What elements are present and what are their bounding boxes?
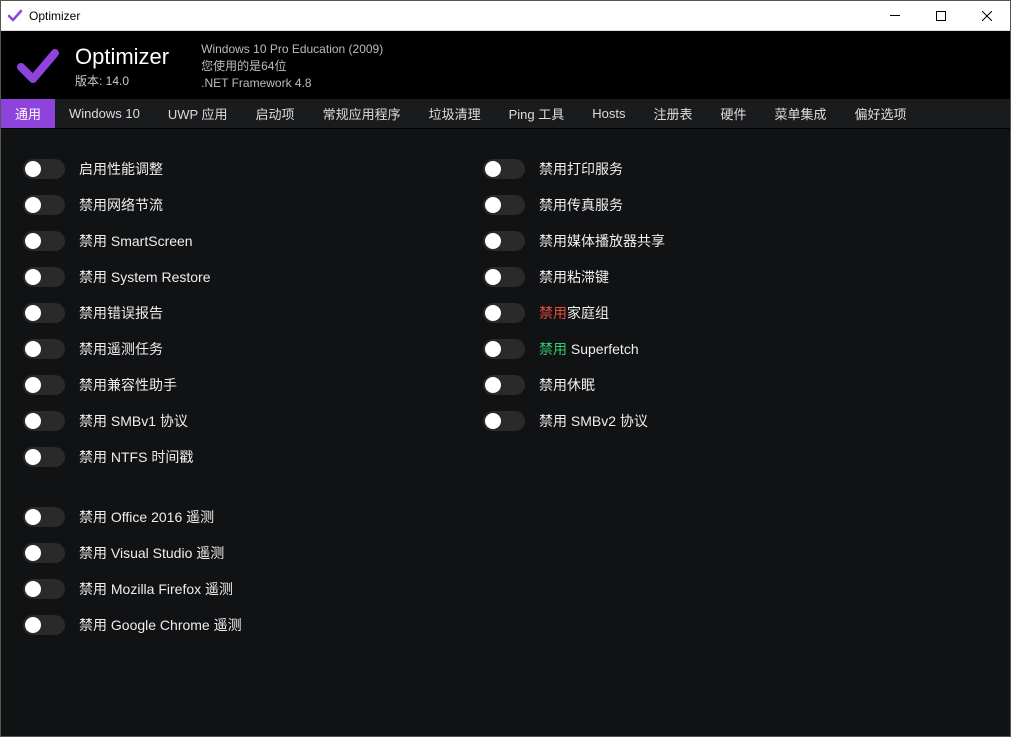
toggle-hibernation[interactable] — [483, 375, 525, 395]
maximize-button[interactable] — [918, 1, 964, 30]
toggle-chrome-telemetry[interactable] — [23, 615, 65, 635]
label-media-sharing: 禁用媒体播放器共享 — [539, 231, 665, 251]
label-homegroup: 禁用家庭组 — [539, 303, 609, 323]
toggle-row-vs-telemetry: 禁用 Visual Studio 遥测 — [23, 535, 443, 571]
toggle-row-smbv1: 禁用 SMBv1 协议 — [23, 403, 443, 439]
label-smbv1: 禁用 SMBv1 协议 — [79, 411, 188, 431]
tab-apps[interactable]: 常规应用程序 — [309, 99, 415, 128]
tab-general[interactable]: 通用 — [1, 99, 55, 128]
info-os: Windows 10 Pro Education (2009) — [201, 41, 383, 58]
toggle-smbv2[interactable] — [483, 411, 525, 431]
system-info: Windows 10 Pro Education (2009) 您使用的是64位… — [201, 41, 383, 91]
toggle-row-perf-tweaks: 启用性能调整 — [23, 151, 443, 187]
toggle-row-office-telemetry: 禁用 Office 2016 遥测 — [23, 499, 443, 535]
app-logo-icon — [15, 43, 61, 89]
label-compat-assistant: 禁用兼容性助手 — [79, 375, 177, 395]
toggle-perf-tweaks[interactable] — [23, 159, 65, 179]
tab-hardware[interactable]: 硬件 — [706, 99, 760, 128]
toggle-row-chrome-telemetry: 禁用 Google Chrome 遥测 — [23, 607, 443, 643]
tab-uwp[interactable]: UWP 应用 — [154, 99, 242, 128]
toggle-row-ntfs-timestamp: 禁用 NTFS 时间戳 — [23, 439, 443, 475]
info-dotnet: .NET Framework 4.8 — [201, 75, 383, 92]
title-block: Optimizer 版本: 14.0 — [75, 44, 169, 89]
toggle-system-restore[interactable] — [23, 267, 65, 287]
toggle-firefox-telemetry[interactable] — [23, 579, 65, 599]
toggle-row-telemetry-tasks: 禁用遥测任务 — [23, 331, 443, 367]
toggle-compat-assistant[interactable] — [23, 375, 65, 395]
toggle-row-compat-assistant: 禁用兼容性助手 — [23, 367, 443, 403]
label-smartscreen: 禁用 SmartScreen — [79, 231, 193, 251]
label-print-service: 禁用打印服务 — [539, 159, 623, 179]
tab-pinger[interactable]: Ping 工具 — [495, 99, 579, 128]
toggle-fax-service[interactable] — [483, 195, 525, 215]
toggle-row-smartscreen: 禁用 SmartScreen — [23, 223, 443, 259]
toggle-network-throttling[interactable] — [23, 195, 65, 215]
app-window: Optimizer Optimizer 版本: 14.0 Windows 10 … — [0, 0, 1011, 737]
toggle-row-sticky-keys: 禁用粘滞键 — [483, 259, 903, 295]
toggle-row-homegroup: 禁用家庭组 — [483, 295, 903, 331]
toggle-row-media-sharing: 禁用媒体播放器共享 — [483, 223, 903, 259]
tab-windows10[interactable]: Windows 10 — [55, 99, 154, 128]
toggle-column-left: 启用性能调整 禁用网络节流 禁用 SmartScreen 禁用 System R… — [23, 151, 443, 726]
tab-integrator[interactable]: 菜单集成 — [761, 99, 841, 128]
label-hibernation: 禁用休眠 — [539, 375, 595, 395]
tab-cleanup[interactable]: 垃圾清理 — [415, 99, 495, 128]
label-telemetry-tasks: 禁用遥测任务 — [79, 339, 163, 359]
toggle-vs-telemetry[interactable] — [23, 543, 65, 563]
label-error-reporting: 禁用错误报告 — [79, 303, 163, 323]
toggle-telemetry-tasks[interactable] — [23, 339, 65, 359]
label-smbv2: 禁用 SMBv2 协议 — [539, 411, 648, 431]
section-spacer — [23, 475, 443, 499]
toggle-ntfs-timestamp[interactable] — [23, 447, 65, 467]
toggle-print-service[interactable] — [483, 159, 525, 179]
toggle-row-network-throttling: 禁用网络节流 — [23, 187, 443, 223]
toggle-error-reporting[interactable] — [23, 303, 65, 323]
toggle-row-superfetch: 禁用 Superfetch — [483, 331, 903, 367]
minimize-button[interactable] — [872, 1, 918, 30]
label-fax-service: 禁用传真服务 — [539, 195, 623, 215]
toggle-column-right: 禁用打印服务 禁用传真服务 禁用媒体播放器共享 禁用粘滞键 禁用家庭组 禁用 S… — [483, 151, 903, 726]
toggle-office-telemetry[interactable] — [23, 507, 65, 527]
toggle-smartscreen[interactable] — [23, 231, 65, 251]
label-chrome-telemetry: 禁用 Google Chrome 遥测 — [79, 615, 242, 635]
toggle-row-firefox-telemetry: 禁用 Mozilla Firefox 遥测 — [23, 571, 443, 607]
window-controls — [872, 1, 1010, 30]
toggle-sticky-keys[interactable] — [483, 267, 525, 287]
window-title: Optimizer — [29, 9, 80, 23]
label-system-restore: 禁用 System Restore — [79, 267, 210, 287]
toggle-homegroup[interactable] — [483, 303, 525, 323]
label-office-telemetry: 禁用 Office 2016 遥测 — [79, 507, 214, 527]
toggle-row-error-reporting: 禁用错误报告 — [23, 295, 443, 331]
close-button[interactable] — [964, 1, 1010, 30]
label-firefox-telemetry: 禁用 Mozilla Firefox 遥测 — [79, 579, 233, 599]
app-title: Optimizer — [75, 44, 169, 70]
label-network-throttling: 禁用网络节流 — [79, 195, 163, 215]
label-vs-telemetry: 禁用 Visual Studio 遥测 — [79, 543, 224, 563]
toggle-row-smbv2: 禁用 SMBv2 协议 — [483, 403, 903, 439]
tabbar: 通用 Windows 10 UWP 应用 启动项 常规应用程序 垃圾清理 Pin… — [1, 99, 1010, 129]
label-ntfs-timestamp: 禁用 NTFS 时间戳 — [79, 447, 193, 467]
tab-registry[interactable]: 注册表 — [639, 99, 706, 128]
tab-hosts[interactable]: Hosts — [578, 99, 639, 128]
content-area: 启用性能调整 禁用网络节流 禁用 SmartScreen 禁用 System R… — [1, 129, 1010, 736]
label-superfetch: 禁用 Superfetch — [539, 339, 639, 359]
app-version: 版本: 14.0 — [75, 72, 169, 89]
app-header: Optimizer 版本: 14.0 Windows 10 Pro Educat… — [1, 31, 1010, 99]
toggle-row-print-service: 禁用打印服务 — [483, 151, 903, 187]
toggle-row-fax-service: 禁用传真服务 — [483, 187, 903, 223]
tab-startup[interactable]: 启动项 — [242, 99, 309, 128]
titlebar[interactable]: Optimizer — [1, 1, 1010, 31]
tab-prefs[interactable]: 偏好选项 — [841, 99, 921, 128]
toggle-row-system-restore: 禁用 System Restore — [23, 259, 443, 295]
toggle-media-sharing[interactable] — [483, 231, 525, 251]
toggle-smbv1[interactable] — [23, 411, 65, 431]
label-perf-tweaks: 启用性能调整 — [79, 159, 163, 179]
info-arch: 您使用的是64位 — [201, 58, 383, 75]
toggle-row-hibernation: 禁用休眠 — [483, 367, 903, 403]
label-sticky-keys: 禁用粘滞键 — [539, 267, 609, 287]
app-checkmark-icon — [7, 8, 23, 24]
toggle-superfetch[interactable] — [483, 339, 525, 359]
